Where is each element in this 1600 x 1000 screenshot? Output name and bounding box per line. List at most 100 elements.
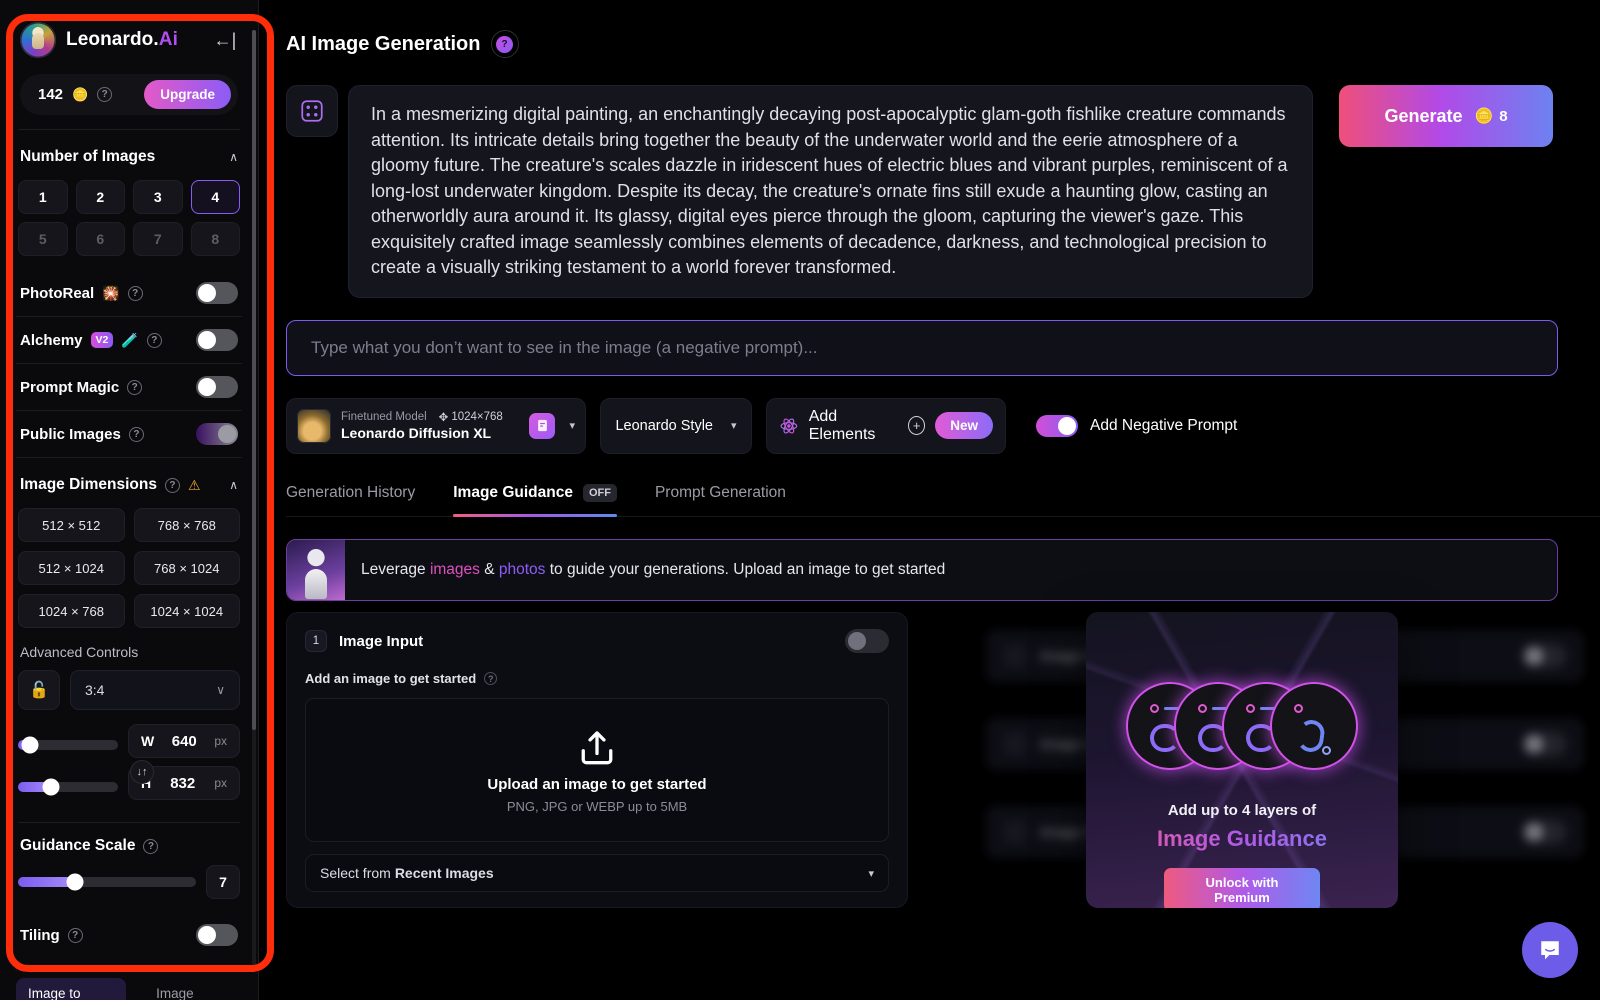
dimension-preset-768x768[interactable]: 768 × 768 [133, 508, 240, 542]
guidance-scale-track[interactable] [18, 873, 196, 891]
num-images-option-7[interactable]: 7 [133, 222, 183, 256]
layer-ring-4 [1270, 682, 1358, 770]
photoreal-help-icon[interactable]: ? [127, 285, 143, 301]
num-images-option-8[interactable]: 8 [190, 222, 240, 256]
app-root: Leonardo.Ai ←| 142 🪙 ? Upgrade Number of… [0, 0, 1600, 1000]
image-dimensions-help-icon[interactable]: ? [164, 477, 180, 493]
add-negative-prompt-label: Add Negative Prompt [1090, 416, 1238, 434]
guidance-scale-value[interactable]: 7 [206, 865, 240, 899]
page-title: AI Image Generation [286, 32, 481, 55]
add-negative-prompt-toggle[interactable] [1036, 414, 1078, 437]
generate-label: Generate [1384, 105, 1463, 126]
alchemy-help-icon[interactable]: ? [146, 332, 162, 348]
chevron-up-icon[interactable]: ∧ [229, 478, 238, 492]
prompt-textarea[interactable]: In a mesmerizing digital painting, an en… [348, 85, 1313, 298]
layers-illustration [1126, 682, 1358, 770]
width-slider-track[interactable] [18, 736, 118, 754]
guidance-scale-thumb[interactable] [66, 873, 84, 891]
aspect-ratio-row: 🔓 3:4 ∨ [18, 670, 240, 710]
generate-button[interactable]: Generate 🪙 8 [1339, 85, 1553, 147]
prompt-magic-row: Prompt Magic ? [16, 364, 242, 411]
unlock-premium-button[interactable]: Unlock with Premium [1164, 868, 1320, 908]
height-slider-track[interactable] [18, 778, 118, 796]
num-images-option-5[interactable]: 5 [18, 222, 68, 256]
public-images-label: Public Images [20, 425, 121, 443]
num-images-option-1[interactable]: 1 [18, 180, 68, 214]
image-input-title: Image Input [339, 632, 424, 650]
tab-prompt-generation[interactable]: Prompt Generation [655, 484, 786, 516]
layer-number-badge [1004, 645, 1026, 667]
image-dropzone[interactable]: Upload an image to get started PNG, JPG … [305, 698, 889, 842]
public-images-help-icon[interactable]: ? [128, 426, 144, 442]
page-help-button[interactable]: ? [490, 30, 519, 58]
height-slider-thumb[interactable] [42, 778, 60, 796]
number-of-images-grid: 1 2 3 4 5 6 7 8 [18, 180, 240, 256]
finetuned-model-card[interactable]: Finetuned Model ✥ 1024×768 Leonardo Diff… [286, 397, 586, 454]
sidebar-scrollbar-thumb[interactable] [252, 30, 256, 730]
sidebar-tab-image-to-image[interactable]: Image to Image [16, 978, 127, 1000]
main-content: AI Image Generation ? In a mesmerizing d… [258, 0, 1600, 1000]
add-negative-prompt-row: Add Negative Prompt [1036, 414, 1238, 437]
recent-images-select[interactable]: Select from Recent Images ▾ [305, 854, 889, 892]
image-guidance-content: Image Input Image Input Image Input 1 Im… [286, 612, 1600, 1000]
model-name: Leonardo Diffusion XL [341, 425, 492, 442]
swap-dimensions-icon[interactable]: ↓↑ [130, 760, 154, 784]
prompt-magic-toggle[interactable] [196, 376, 238, 398]
sidebar-tab-image-prompt[interactable]: Image Prompt [144, 978, 246, 1000]
image-input-help-icon[interactable]: ? [484, 672, 498, 685]
dimension-preset-768x1024[interactable]: 768 × 1024 [133, 551, 240, 585]
photoreal-toggle[interactable] [196, 282, 238, 304]
add-elements-card[interactable]: Add Elements + New [766, 397, 1006, 454]
randomize-prompt-button[interactable] [286, 85, 338, 137]
tiling-toggle[interactable] [196, 924, 238, 946]
plus-icon[interactable]: + [908, 416, 926, 436]
num-images-option-2[interactable]: 2 [75, 180, 125, 214]
wizard-illustration [287, 539, 345, 600]
dimension-preset-512x1024[interactable]: 512 × 1024 [18, 551, 125, 585]
style-select[interactable]: Leonardo Style ▾ [600, 397, 752, 454]
page-header: AI Image Generation ? [258, 0, 1600, 58]
num-images-option-3[interactable]: 3 [133, 180, 183, 214]
image-dimensions-title: Image Dimensions [20, 476, 157, 493]
upgrade-button[interactable]: Upgrade [144, 80, 231, 109]
wh-sliders [18, 724, 118, 804]
image-guidance-off-badge: OFF [582, 483, 617, 502]
image-input-toggle[interactable] [845, 629, 889, 653]
image-dimensions-header[interactable]: Image Dimensions ? ⚠ ∧ [16, 472, 242, 498]
credit-count: 142 [38, 86, 64, 103]
chevron-down-icon[interactable]: ▾ [569, 419, 575, 432]
image-dimension-presets: 512 × 512 768 × 768 512 × 1024 768 × 102… [18, 508, 240, 628]
tiling-help-icon[interactable]: ? [67, 927, 83, 943]
dimension-preset-512x512[interactable]: 512 × 512 [18, 508, 125, 542]
negative-prompt-input[interactable]: Type what you don’t want to see in the i… [286, 319, 1558, 376]
lock-aspect-ratio-icon[interactable]: 🔓 [18, 670, 60, 710]
guidance-scale-help-icon[interactable]: ? [143, 838, 159, 854]
fireworks-icon: 🎇 [102, 284, 120, 301]
chevron-up-icon[interactable]: ∧ [229, 150, 238, 164]
settings-sidebar: Leonardo.Ai ←| 142 🪙 ? Upgrade Number of… [0, 0, 258, 1000]
dimension-preset-1024x768[interactable]: 1024 × 768 [18, 594, 125, 628]
credits-help-icon[interactable]: ? [97, 87, 113, 102]
tiling-row: Tiling ? [20, 917, 238, 953]
num-images-option-6[interactable]: 6 [75, 222, 125, 256]
dropzone-title: Upload an image to get started [487, 776, 707, 793]
generate-cost-value: 8 [1499, 107, 1508, 125]
num-images-option-4[interactable]: 4 [190, 180, 240, 214]
alchemy-label: Alchemy [20, 331, 83, 349]
prompt-magic-help-icon[interactable]: ? [127, 379, 143, 395]
aspect-ratio-select[interactable]: 3:4 ∨ [70, 670, 240, 710]
number-of-images-header[interactable]: Number of Images ∧ [16, 144, 242, 170]
premium-headline: Add up to 4 layers of [1167, 802, 1317, 819]
collapse-sidebar-icon[interactable]: ←| [212, 27, 238, 53]
width-slider-thumb[interactable] [21, 736, 39, 754]
tab-generation-history[interactable]: Generation History [286, 484, 415, 516]
width-field[interactable]: W 640 px [128, 724, 240, 758]
chat-support-button[interactable] [1522, 922, 1578, 978]
brand-title-main: Leonardo. [66, 29, 159, 50]
tab-image-guidance[interactable]: Image Guidance OFF [453, 483, 617, 517]
guidance-scale-slider[interactable] [18, 873, 196, 891]
public-images-toggle[interactable] [196, 423, 238, 445]
alchemy-toggle[interactable] [196, 329, 238, 351]
layer-number-badge [1004, 733, 1026, 755]
dimension-preset-1024x1024[interactable]: 1024 × 1024 [133, 594, 240, 628]
